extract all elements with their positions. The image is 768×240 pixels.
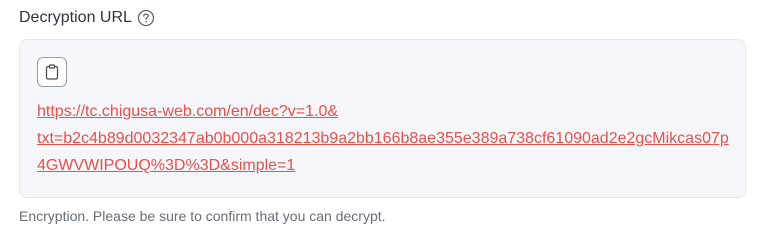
decryption-url-label: Decryption URL xyxy=(19,9,132,26)
url-line-2: txt=b2c4b89d0032347ab0b000a318213b9a2bb1… xyxy=(37,130,729,147)
clipboard-icon xyxy=(45,64,59,80)
copy-button[interactable] xyxy=(37,57,67,87)
url-line-1: https://tc.chigusa-web.com/en/dec?v=1.0& xyxy=(37,103,339,120)
decryption-url-link[interactable]: https://tc.chigusa-web.com/en/dec?v=1.0&… xyxy=(37,98,737,179)
question-circle-icon[interactable] xyxy=(137,9,155,27)
decryption-url-label-row: Decryption URL xyxy=(19,8,155,28)
url-line-3: 4GWVWIPOUQ%3D%3D&simple=1 xyxy=(37,157,296,174)
decryption-url-box: https://tc.chigusa-web.com/en/dec?v=1.0&… xyxy=(19,39,746,198)
caption-text: Encryption. Please be sure to confirm th… xyxy=(19,208,386,224)
